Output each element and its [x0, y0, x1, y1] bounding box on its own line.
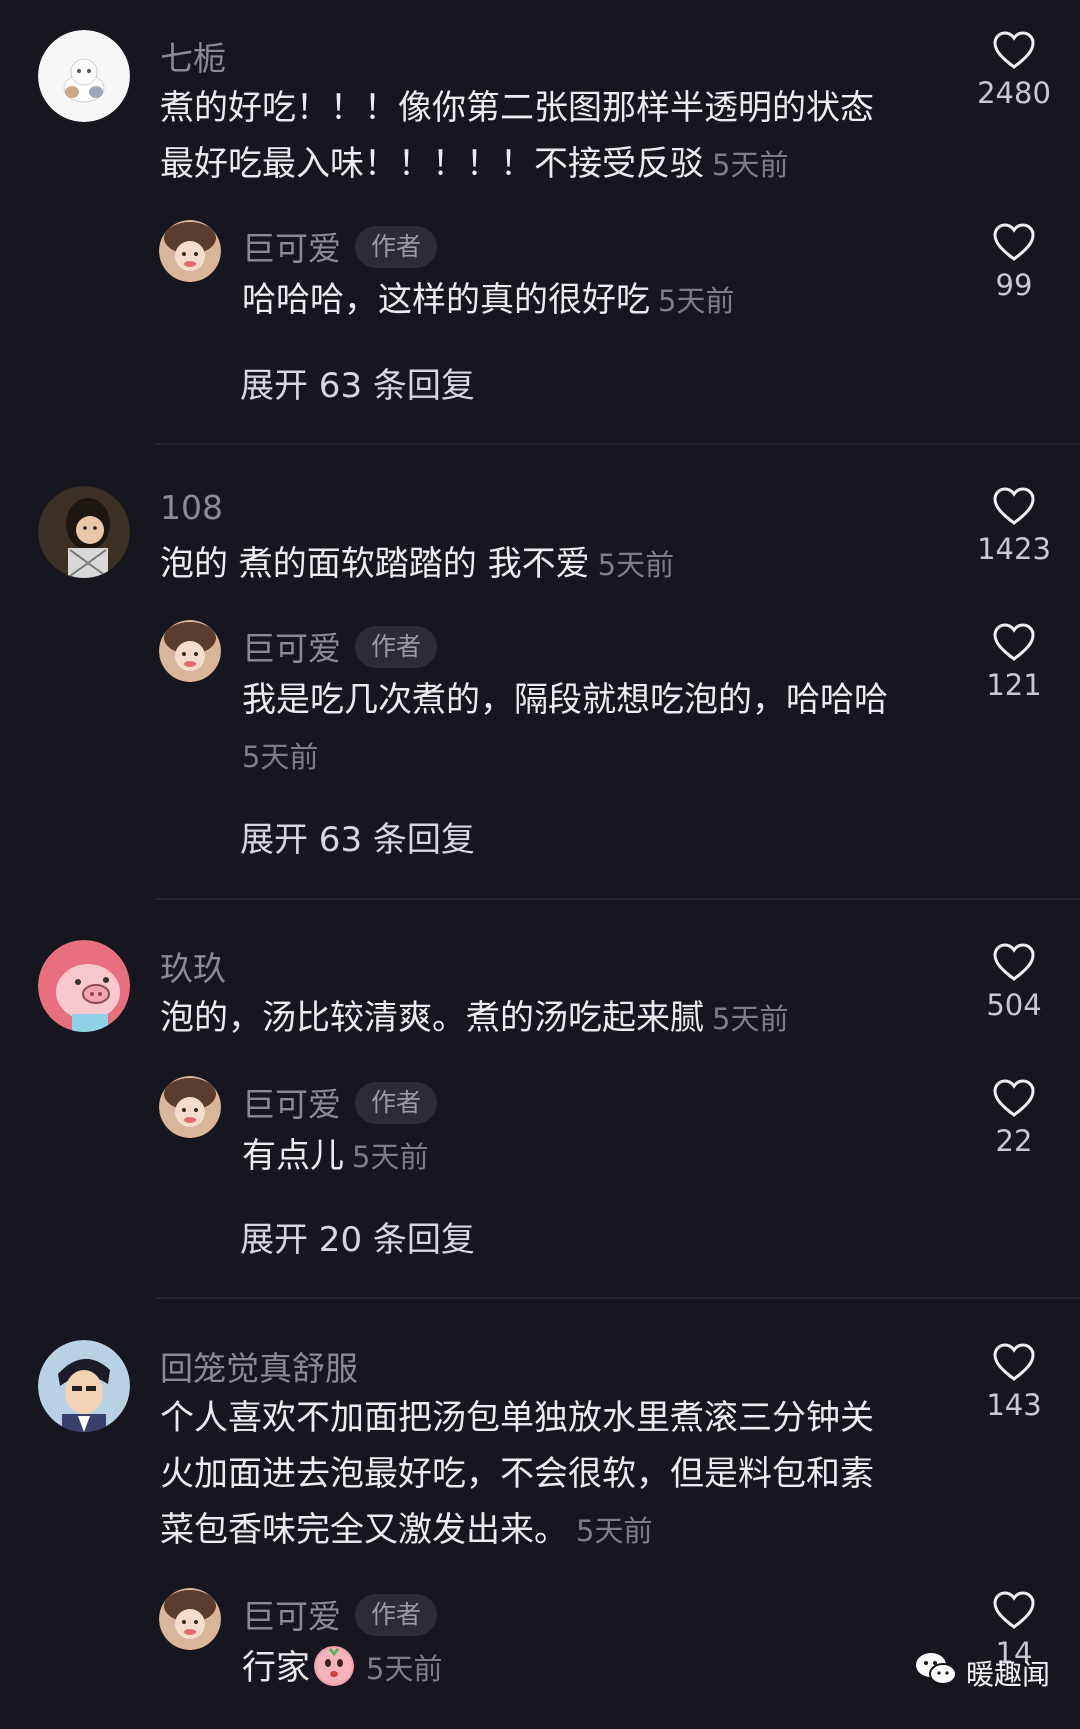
heart-icon: [993, 487, 1035, 525]
comment-username[interactable]: 玖玖: [160, 942, 226, 990]
comment-text-line: 菜包香味完全又激发出来。: [160, 1510, 568, 1550]
author-badge: 作者: [355, 1081, 438, 1124]
avatar-jukeai[interactable]: [159, 620, 221, 682]
comment-text: 个人喜欢不加面把汤包单独放水里煮滚三分钟关 火加面进去泡最好吃，不会很软，但是料…: [160, 1390, 920, 1559]
author-badge: 作者: [355, 1593, 438, 1636]
like-button[interactable]: 504: [959, 942, 1069, 1022]
like-count: 504: [986, 988, 1042, 1022]
comment-text-line: 最好吃最入味！！！！！不接受反驳: [160, 144, 704, 184]
watermark-text: 暖趣闻: [966, 1657, 1051, 1691]
like-count: 1423: [977, 532, 1051, 566]
heart-icon: [993, 1079, 1035, 1117]
divider: [155, 443, 1080, 445]
reply-text-content: 哈哈哈，这样的真的很好吃: [242, 280, 650, 320]
blush-emoji-icon: [314, 1645, 354, 1686]
reply-username[interactable]: 巨可爱 作者: [242, 1078, 438, 1128]
comment-username[interactable]: 七栀: [160, 32, 226, 80]
author-badge: 作者: [355, 225, 438, 268]
comment-username[interactable]: 回笼觉真舒服: [160, 1342, 358, 1390]
heart-icon: [993, 223, 1035, 261]
like-button[interactable]: 143: [959, 1342, 1069, 1422]
comment-text-line: 个人喜欢不加面把汤包单独放水里煮滚三分钟关: [160, 1398, 874, 1438]
comment-text-content: 泡的 煮的面软踏踏的 我不爱: [160, 544, 590, 584]
reply-username-text: 巨可爱: [242, 229, 341, 268]
comment-text-line: 火加面进去泡最好吃，不会很软，但是料包和素: [160, 1454, 874, 1494]
heart-icon: [993, 31, 1035, 69]
reply-text: 行家 5天前: [242, 1640, 922, 1697]
wechat-icon: [914, 1651, 958, 1694]
timestamp: 5天前: [712, 148, 789, 182]
like-count: 2480: [977, 76, 1051, 110]
like-button[interactable]: 99: [959, 222, 1069, 302]
author-badge: 作者: [355, 625, 438, 668]
timestamp: 5天前: [576, 1514, 653, 1548]
timestamp: 5天前: [597, 548, 675, 582]
comment-username[interactable]: 108: [160, 488, 223, 527]
expand-replies-button[interactable]: 展开 63 条回复: [240, 812, 475, 861]
reply-text-content: 我是吃几次煮的，隔段就想吃泡的，哈哈哈: [242, 680, 888, 720]
watermark: 暖趣闻: [914, 1651, 1050, 1694]
heart-icon: [993, 943, 1035, 981]
comment-list: 七栀 煮的好吃！！！像你第二张图那样半透明的状态 最好吃最入味！！！！！不接受反…: [0, 0, 1080, 1729]
timestamp: 5天前: [242, 740, 319, 774]
reply-text: 我是吃几次煮的，隔段就想吃泡的，哈哈哈 5天前: [242, 672, 922, 785]
reply-username-text: 巨可爱: [242, 1085, 341, 1124]
avatar-jukeai[interactable]: [159, 1588, 221, 1650]
comment-text-content: 泡的，汤比较清爽。煮的汤吃起来腻: [160, 998, 704, 1038]
like-count: 143: [986, 1388, 1042, 1422]
heart-icon: [993, 1591, 1035, 1629]
expand-replies-button[interactable]: 展开 20 条回复: [240, 1212, 475, 1261]
like-count: 99: [995, 268, 1033, 302]
like-count: 22: [995, 1124, 1033, 1158]
timestamp: 5天前: [366, 1652, 443, 1686]
like-button[interactable]: 121: [959, 622, 1069, 702]
reply-username[interactable]: 巨可爱 作者: [242, 222, 438, 272]
comment-text-line: 煮的好吃！！！像你第二张图那样半透明的状态: [160, 88, 874, 128]
divider: [155, 898, 1080, 900]
timestamp: 5天前: [712, 1002, 789, 1036]
avatar-108[interactable]: [38, 486, 130, 578]
like-button[interactable]: 2480: [959, 30, 1069, 110]
timestamp: 5天前: [658, 284, 735, 318]
like-button[interactable]: 22: [959, 1078, 1069, 1158]
heart-icon: [993, 1343, 1035, 1381]
reply-text: 哈哈哈，这样的真的很好吃 5天前: [242, 272, 922, 329]
comment-text: 煮的好吃！！！像你第二张图那样半透明的状态 最好吃最入味！！！！！不接受反驳 5天…: [160, 80, 920, 193]
reply-text-content: 有点儿: [242, 1136, 344, 1176]
avatar-jukeai[interactable]: [159, 1076, 221, 1138]
comment-text: 泡的，汤比较清爽。煮的汤吃起来腻 5天前: [160, 990, 920, 1047]
avatar-huilongjiao[interactable]: [38, 1340, 130, 1432]
reply-username[interactable]: 巨可爱 作者: [242, 622, 438, 672]
avatar-jukeai[interactable]: [159, 220, 221, 282]
like-count: 121: [986, 668, 1042, 702]
timestamp: 5天前: [352, 1140, 429, 1174]
comment-text: 泡的 煮的面软踏踏的 我不爱 5天前: [160, 536, 920, 593]
divider: [155, 1297, 1080, 1299]
heart-icon: [993, 623, 1035, 661]
avatar-jiujiu[interactable]: [38, 940, 130, 1032]
reply-username-text: 巨可爱: [242, 1597, 341, 1636]
like-button[interactable]: 1423: [959, 486, 1069, 566]
expand-replies-button[interactable]: 展开 63 条回复: [240, 358, 475, 407]
reply-username-text: 巨可爱: [242, 629, 341, 668]
avatar-qizhi[interactable]: [38, 30, 130, 122]
reply-text-content: 行家: [242, 1648, 310, 1688]
reply-text: 有点儿 5天前: [242, 1128, 922, 1185]
reply-username[interactable]: 巨可爱 作者: [242, 1590, 438, 1640]
